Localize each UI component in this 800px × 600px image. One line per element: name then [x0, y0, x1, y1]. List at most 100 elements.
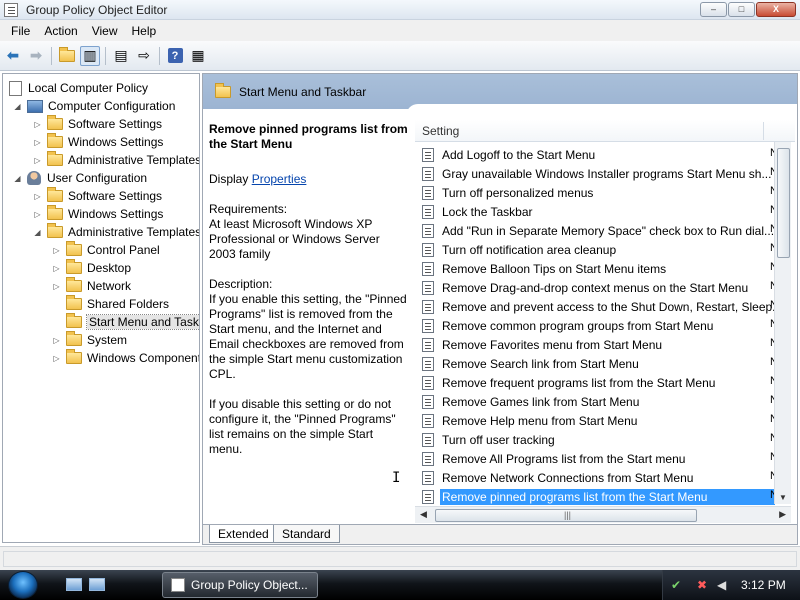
setting-row[interactable]: Turn off user trackingN — [415, 430, 775, 449]
tree-item-administrative-templates[interactable]: ◢ Administrative Templates — [33, 223, 199, 241]
tree-item-desktop[interactable]: ▷ Desktop — [52, 259, 131, 277]
tree-item-software-settings[interactable]: ▷ Software Settings — [33, 187, 162, 205]
tree-item-software-settings[interactable]: ▷ Software Settings — [33, 115, 162, 133]
security-icon[interactable]: ✔ — [671, 578, 681, 592]
help-icon[interactable]: ? — [165, 46, 185, 66]
setting-icon — [422, 394, 434, 409]
menu-action[interactable]: Action — [37, 24, 84, 38]
setting-row[interactable]: Remove Search link from Start MenuN — [415, 354, 775, 373]
menu-help[interactable]: Help — [125, 24, 164, 38]
tree-item-windows-settings[interactable]: ▷ Windows Settings — [33, 133, 163, 151]
tree-item-system[interactable]: ▷ System — [52, 331, 127, 349]
tab-standard[interactable]: Standard — [273, 525, 340, 543]
setting-row[interactable]: Remove Games link from Start MenuN — [415, 392, 775, 411]
setting-row[interactable]: Lock the TaskbarN — [415, 202, 775, 221]
network-icon[interactable]: ✖ — [697, 578, 707, 592]
setting-row[interactable]: Add "Run in Separate Memory Space" check… — [415, 221, 775, 240]
switch-windows-icon[interactable] — [89, 578, 105, 591]
tree-item-windows-components[interactable]: ▷ Windows Components — [52, 349, 199, 367]
menu-view[interactable]: View — [85, 24, 125, 38]
expand-arrow-icon[interactable]: ▷ — [33, 120, 42, 129]
setting-row[interactable]: Remove Drag-and-drop context menus on th… — [415, 278, 775, 297]
start-orb-icon[interactable] — [8, 571, 38, 599]
collapse-arrow-icon[interactable]: ◢ — [33, 228, 42, 237]
window-title: Group Policy Object Editor — [26, 3, 168, 17]
scroll-thumb[interactable] — [777, 148, 790, 258]
description-para-1: If you enable this setting, the "Pinned … — [209, 292, 407, 381]
extended-view-icon[interactable]: ▦ — [188, 46, 208, 66]
minimize-button[interactable]: – — [700, 2, 727, 17]
vertical-scrollbar[interactable]: ▼ — [774, 142, 791, 504]
tree-item-user-configuration[interactable]: ◢ User Configuration — [13, 169, 147, 187]
tree-item-network[interactable]: ▷ Network — [52, 277, 131, 295]
properties-icon[interactable]: ▤ — [111, 46, 131, 66]
show-desktop-icon[interactable] — [66, 578, 82, 591]
menu-file[interactable]: File — [4, 24, 37, 38]
tree-item-start-menu-and-taskbar[interactable]: Start Menu and Taskbar — [52, 313, 199, 331]
expand-arrow-icon[interactable]: ▷ — [52, 264, 61, 273]
export-list-icon[interactable]: ⇨ — [134, 46, 154, 66]
scroll-down-icon[interactable]: ▼ — [779, 493, 787, 502]
setting-row[interactable]: Turn off notification area cleanupN — [415, 240, 775, 259]
scroll-left-icon[interactable]: ◀ — [420, 509, 427, 520]
expand-arrow-icon[interactable]: ▷ — [33, 156, 42, 165]
setting-label: Lock the Taskbar — [442, 204, 533, 219]
expand-arrow-icon[interactable]: ▷ — [52, 282, 61, 291]
column-divider[interactable] — [763, 122, 764, 140]
taskbar-button-gpedit[interactable]: Group Policy Object... — [162, 572, 318, 598]
back-arrow-icon[interactable]: ⬅ — [3, 46, 23, 66]
up-folder-icon[interactable] — [57, 46, 77, 66]
collapse-arrow-icon[interactable]: ◢ — [13, 102, 22, 111]
setting-row[interactable]: Turn off personalized menusN — [415, 183, 775, 202]
tree-item-windows-settings[interactable]: ▷ Windows Settings — [33, 205, 163, 223]
collapse-arrow-icon[interactable]: ◢ — [13, 174, 22, 183]
window-controls: – □ X — [700, 2, 796, 17]
folder-icon — [47, 187, 63, 202]
setting-row[interactable]: Remove Balloon Tips on Start Menu itemsN — [415, 259, 775, 278]
display-prefix: Display — [209, 172, 252, 186]
setting-icon — [422, 204, 434, 219]
tree-item-label: Windows Settings — [68, 135, 164, 149]
properties-link[interactable]: Properties — [252, 172, 307, 186]
setting-label: Gray unavailable Windows Installer progr… — [442, 166, 772, 181]
view-tabs: Extended Standard — [203, 524, 797, 544]
tree-item-control-panel[interactable]: ▷ Control Panel — [52, 241, 160, 259]
setting-row[interactable]: Remove pinned programs list from the Sta… — [415, 487, 775, 506]
close-button[interactable]: X — [756, 2, 796, 17]
maximize-button[interactable]: □ — [728, 2, 755, 17]
show-hide-tree-icon[interactable]: ▥ — [80, 45, 100, 66]
expand-arrow-icon[interactable]: ▷ — [33, 210, 42, 219]
column-header-setting[interactable]: Setting — [422, 124, 459, 138]
scroll-right-icon[interactable]: ▶ — [779, 509, 786, 520]
setting-row[interactable]: Remove common program groups from Start … — [415, 316, 775, 335]
setting-label: Remove and prevent access to the Shut Do… — [442, 299, 775, 314]
expand-arrow-icon[interactable]: ▷ — [33, 192, 42, 201]
expand-arrow-icon[interactable]: ▷ — [52, 246, 61, 255]
setting-label: Remove All Programs list from the Start … — [442, 451, 686, 466]
setting-row[interactable]: Remove All Programs list from the Start … — [415, 449, 775, 468]
horizontal-scrollbar[interactable]: ◀ ||| ▶ — [415, 506, 791, 523]
setting-icon — [422, 489, 434, 504]
expand-arrow-icon[interactable]: ▷ — [52, 336, 61, 345]
setting-row[interactable]: Add Logoff to the Start MenuN — [415, 145, 775, 164]
tab-extended[interactable]: Extended — [209, 525, 278, 543]
setting-icon — [422, 470, 434, 485]
setting-row[interactable]: Remove Help menu from Start MenuN — [415, 411, 775, 430]
volume-icon[interactable]: ◀ — [717, 578, 726, 592]
forward-arrow-icon[interactable]: ➡ — [26, 46, 46, 66]
tree-item-local-computer-policy[interactable]: Local Computer Policy — [9, 79, 148, 97]
tree-item-administrative-templates[interactable]: ▷ Administrative Templates — [33, 151, 199, 169]
clock[interactable]: 3:12 PM — [741, 578, 786, 592]
tree-item-computer-configuration[interactable]: ◢ Computer Configuration — [13, 97, 175, 115]
expand-arrow-icon[interactable]: ▷ — [52, 354, 61, 363]
scroll-thumb[interactable]: ||| — [435, 509, 697, 522]
folder-icon — [66, 295, 82, 310]
expand-arrow-icon[interactable]: ▷ — [33, 138, 42, 147]
setting-row[interactable]: Remove and prevent access to the Shut Do… — [415, 297, 775, 316]
list-header: Setting — [415, 120, 795, 142]
setting-row[interactable]: Remove Network Connections from Start Me… — [415, 468, 775, 487]
setting-row[interactable]: Remove Favorites menu from Start MenuN — [415, 335, 775, 354]
setting-row[interactable]: Gray unavailable Windows Installer progr… — [415, 164, 775, 183]
tree-item-shared-folders[interactable]: Shared Folders — [52, 295, 169, 313]
setting-row[interactable]: Remove frequent programs list from the S… — [415, 373, 775, 392]
